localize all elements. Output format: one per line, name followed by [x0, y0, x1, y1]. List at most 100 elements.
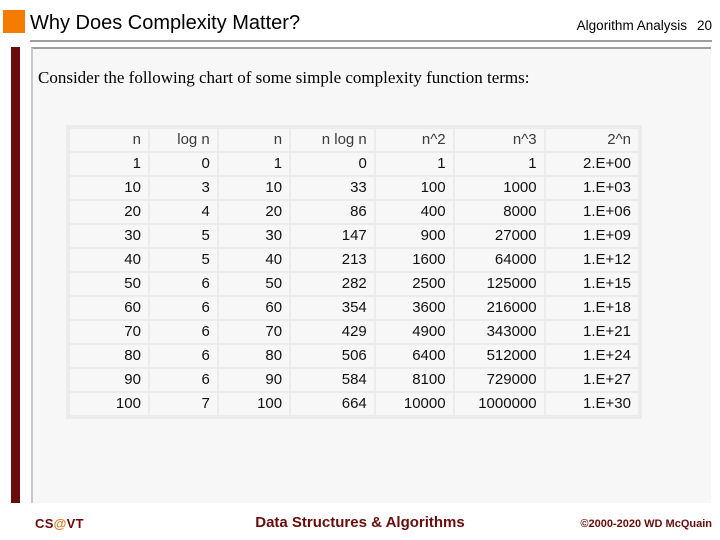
table-cell: 33: [291, 177, 374, 199]
table-cell: 90: [218, 369, 290, 391]
complexity-table-container: n log n n n log n n^2 n^3 2^n 1 0 1 0 1 …: [66, 125, 642, 419]
table-cell: 282: [291, 273, 374, 295]
table-cell: 1.E+15: [545, 273, 638, 295]
table-cell: 80: [218, 345, 290, 367]
table-row: 80 6 80 506 6400 512000 1.E+24: [70, 345, 638, 367]
table-cell: 40: [70, 249, 148, 271]
table-cell: 4900: [375, 321, 453, 343]
table-cell: 10: [218, 177, 290, 199]
table-cell: 213: [291, 249, 374, 271]
table-header-cell: n^2: [375, 129, 453, 151]
table-header-cell: 2^n: [545, 129, 638, 151]
table-row: 70 6 70 429 4900 343000 1.E+21: [70, 321, 638, 343]
table-cell: 6: [149, 369, 217, 391]
table-cell: 70: [70, 321, 148, 343]
table-cell: 1000: [454, 177, 544, 199]
table-header-cell: n^3: [454, 129, 544, 151]
table-cell: 1: [70, 153, 148, 175]
table-row: 60 6 60 354 3600 216000 1.E+18: [70, 297, 638, 319]
table-cell: 5: [149, 249, 217, 271]
table-cell: 343000: [454, 321, 544, 343]
table-cell: 1.E+24: [545, 345, 638, 367]
table-cell: 3: [149, 177, 217, 199]
table-row: 50 6 50 282 2500 125000 1.E+15: [70, 273, 638, 295]
table-cell: 1.E+09: [545, 225, 638, 247]
table-header-cell: n: [70, 129, 148, 151]
complexity-table-body: 1 0 1 0 1 1 2.E+00 10 3 10 33 100 1000 1…: [70, 153, 638, 415]
table-cell: 60: [70, 297, 148, 319]
table-cell: 64000: [454, 249, 544, 271]
slide-number: 20: [696, 18, 712, 33]
table-cell: 429: [291, 321, 374, 343]
table-cell: 100: [218, 393, 290, 415]
page-title: Why Does Complexity Matter?: [30, 12, 301, 34]
table-cell: 10: [70, 177, 148, 199]
table-row: 30 5 30 147 900 27000 1.E+09: [70, 225, 638, 247]
table-cell: 7: [149, 393, 217, 415]
table-cell: 30: [218, 225, 290, 247]
table-cell: 4: [149, 201, 217, 223]
table-header-cell: n log n: [291, 129, 374, 151]
table-cell: 729000: [454, 369, 544, 391]
table-cell: 1.E+12: [545, 249, 638, 271]
table-header-row: n log n n n log n n^2 n^3 2^n: [70, 129, 638, 151]
table-cell: 70: [218, 321, 290, 343]
table-cell: 60: [218, 297, 290, 319]
table-cell: 30: [70, 225, 148, 247]
table-cell: 1: [375, 153, 453, 175]
table-header-cell: log n: [149, 129, 217, 151]
table-row: 100 7 100 664 10000 1000000 1.E+30: [70, 393, 638, 415]
table-cell: 20: [70, 201, 148, 223]
table-cell: 6: [149, 297, 217, 319]
header-topic-label: Algorithm Analysis: [576, 18, 687, 33]
table-cell: 512000: [454, 345, 544, 367]
copyright-notice: ©2000-2020 WD McQuain: [580, 518, 712, 530]
header-meta: Algorithm Analysis 20: [577, 18, 712, 34]
table-cell: 354: [291, 297, 374, 319]
table-row: 20 4 20 86 400 8000 1.E+06: [70, 201, 638, 223]
table-cell: 6400: [375, 345, 453, 367]
table-cell: 1.E+21: [545, 321, 638, 343]
table-cell: 90: [70, 369, 148, 391]
table-cell: 400: [375, 201, 453, 223]
table-cell: 1.E+27: [545, 369, 638, 391]
table-row: 90 6 90 584 8100 729000 1.E+27: [70, 369, 638, 391]
table-cell: 584: [291, 369, 374, 391]
table-cell: 100: [70, 393, 148, 415]
intro-text: Consider the following chart of some sim…: [38, 68, 530, 87]
header-divider: [30, 40, 712, 42]
complexity-table: n log n n n log n n^2 n^3 2^n 1 0 1 0 1 …: [68, 127, 640, 417]
left-accent-bar: [11, 47, 20, 503]
table-cell: 5: [149, 225, 217, 247]
table-cell: 216000: [454, 297, 544, 319]
table-row: 40 5 40 213 1600 64000 1.E+12: [70, 249, 638, 271]
table-cell: 125000: [454, 273, 544, 295]
table-cell: 147: [291, 225, 374, 247]
table-cell: 900: [375, 225, 453, 247]
table-cell: 1600: [375, 249, 453, 271]
table-cell: 8000: [454, 201, 544, 223]
table-cell: 1000000: [454, 393, 544, 415]
table-row: 10 3 10 33 100 1000 1.E+03: [70, 177, 638, 199]
title-bullet-square-icon: [3, 10, 25, 33]
table-cell: 1.E+06: [545, 201, 638, 223]
table-row: 1 0 1 0 1 1 2.E+00: [70, 153, 638, 175]
table-cell: 40: [218, 249, 290, 271]
table-cell: 0: [149, 153, 217, 175]
table-cell: 10000: [375, 393, 453, 415]
table-cell: 506: [291, 345, 374, 367]
table-cell: 8100: [375, 369, 453, 391]
table-cell: 664: [291, 393, 374, 415]
table-cell: 1.E+03: [545, 177, 638, 199]
table-cell: 1: [218, 153, 290, 175]
table-cell: 2500: [375, 273, 453, 295]
table-cell: 6: [149, 345, 217, 367]
table-cell: 1: [454, 153, 544, 175]
table-cell: 27000: [454, 225, 544, 247]
table-cell: 2.E+00: [545, 153, 638, 175]
table-cell: 0: [291, 153, 374, 175]
table-cell: 86: [291, 201, 374, 223]
table-header-cell: n: [218, 129, 290, 151]
table-cell: 1.E+18: [545, 297, 638, 319]
table-cell: 100: [375, 177, 453, 199]
